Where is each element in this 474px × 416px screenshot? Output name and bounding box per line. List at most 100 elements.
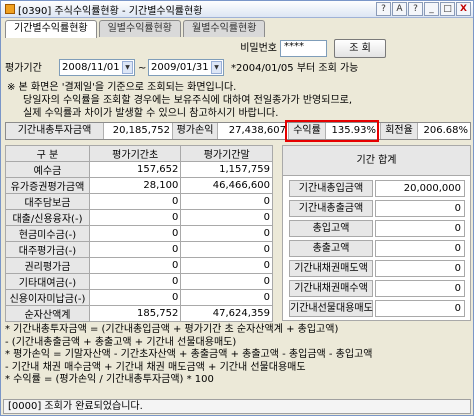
period-note: *2004/01/05 부터 조회 가능	[231, 63, 359, 74]
table-row[interactable]: 기간내총출금액 0	[289, 200, 465, 217]
formula-line: - 기간내 채권 매수금액 + 기간내 채권 매도금액 + 기간내 선물대용매도	[5, 361, 306, 373]
start-value: 157,652	[88, 161, 182, 178]
start-value: 0	[88, 273, 182, 290]
period-label: 평가기간	[5, 63, 42, 74]
turnover-value: 206.68%	[423, 125, 469, 136]
table-row[interactable]: 현금미수금(-) 0 0	[5, 225, 273, 242]
notice-line: 실제 수익률과 차이가 발생할 수 있으니 참고하시기 바랍니다.	[23, 108, 279, 119]
table-row[interactable]: 순자산액계 185,752 47,624,359	[5, 305, 273, 322]
window-title: [0390] 주식수익률현황 - 기간별수익률현황	[18, 5, 203, 17]
query-button[interactable]: 조 회	[334, 39, 386, 58]
table-row[interactable]: 권리평가금 0 0	[5, 257, 273, 274]
table-row[interactable]: 신용이자미납금(-) 0 0	[5, 289, 273, 306]
title-bar[interactable]: [0390] 주식수익률현황 - 기간별수익률현황 ? A ? _ □ X	[1, 1, 473, 18]
notice-line: 당일자의 수익률을 조회할 경우에는 보유주식에 대하여 전일종가가 반영되므로…	[23, 95, 353, 106]
formula-notes: * 기간내총투자금액 = (기간내총입금액 + 평가기간 초 순자산액계 + 총…	[5, 324, 471, 387]
row-value: 0	[375, 220, 465, 237]
end-value: 46,466,600	[180, 177, 273, 194]
profit-label: 평가손익	[172, 123, 218, 139]
summary-row: 기간내총투자금액 20,185,752 평가손익 27,438,607 수익률 …	[5, 122, 471, 140]
row-label: 권리평가금	[5, 257, 90, 274]
row-label: 기간내선물대용매도	[289, 300, 373, 317]
turnover-label: 회전율	[380, 123, 418, 139]
start-date-input[interactable]: 2008/11/01 ▼	[59, 59, 135, 76]
column-header: 평가기간초	[88, 145, 182, 162]
table-row[interactable]: 기타대여금(-) 0 0	[5, 273, 273, 290]
row-label: 순자산액계	[5, 305, 90, 322]
end-date-input[interactable]: 2009/01/31 ▼	[148, 59, 224, 76]
row-label: 기간내채권매수액	[289, 280, 373, 297]
row-label: 예수금	[5, 161, 90, 178]
row-label: 기타대여금(-)	[5, 273, 90, 290]
end-value: 47,624,359	[180, 305, 273, 322]
tab-monthly-return[interactable]: 월별수익률현황	[183, 20, 266, 37]
table-row[interactable]: 예수금 157,652 1,157,759	[5, 161, 273, 178]
table-row[interactable]: 기간내채권매도액 0	[289, 260, 465, 277]
info-icon[interactable]: ?	[408, 2, 423, 16]
end-value: 0	[180, 273, 273, 290]
minimize-icon[interactable]: _	[424, 2, 439, 16]
row-label: 기간내총입금액	[289, 180, 373, 197]
start-value: 0	[88, 241, 182, 258]
asset-table: 구 분 평가기간초 평가기간말 예수금 157,652 1,157,759 유가증권…	[5, 145, 273, 322]
column-header: 평가기간말	[180, 145, 273, 162]
table-header-row: 구 분 평가기간초 평가기간말	[5, 145, 273, 162]
row-value: 0	[375, 260, 465, 277]
profit-value: 27,438,607	[228, 125, 286, 136]
tab-bar: 기간별수익률현황 일별수익률현황 월별수익률현황	[5, 20, 267, 38]
row-label: 총출고액	[289, 240, 373, 257]
table-row[interactable]: 대출/신용융자(-) 0 0	[5, 209, 273, 226]
password-label: 비밀번호	[240, 43, 277, 54]
period-separator: ~	[138, 63, 147, 74]
row-label: 기간내총출금액	[289, 200, 373, 217]
return-highlight-box	[285, 120, 379, 142]
calendar-dropdown-icon[interactable]: ▼	[122, 61, 133, 74]
row-label: 기간내채권매도액	[289, 260, 373, 277]
end-value: 0	[180, 257, 273, 274]
table-row[interactable]: 총출고액 0	[289, 240, 465, 257]
start-value: 0	[88, 289, 182, 306]
start-value: 0	[88, 193, 182, 210]
formula-line: * 수익률 = (평가손익 / 기간내총투자금액) * 100	[5, 374, 214, 385]
table-row[interactable]: 총입고액 0	[289, 220, 465, 237]
table-row[interactable]: 기간내총입금액 20,000,000	[289, 180, 465, 197]
table-row[interactable]: 대주담보금 0 0	[5, 193, 273, 210]
row-label: 현금미수금(-)	[5, 225, 90, 242]
row-label: 대주담보금	[5, 193, 90, 210]
start-value: 0	[88, 209, 182, 226]
close-icon[interactable]: X	[456, 2, 471, 16]
row-label: 대출/신용융자(-)	[5, 209, 90, 226]
end-value: 0	[180, 241, 273, 258]
period-total-table: 기간 합계 기간내총입금액 20,000,000 기간내총출금액 0 총입고액 0 총…	[282, 145, 471, 321]
table-row[interactable]: 기간내채권매수액 0	[289, 280, 465, 297]
main-window: [0390] 주식수익률현황 - 기간별수익률현황 ? A ? _ □ X 기간…	[0, 0, 474, 416]
end-value: 0	[180, 209, 273, 226]
row-label: 신용이자미납금(-)	[5, 289, 90, 306]
end-date-value: 2009/01/31	[151, 62, 209, 73]
start-date-value: 2008/11/01	[62, 62, 120, 73]
table-row[interactable]: 유가증권평가금액 28,100 46,466,600	[5, 177, 273, 194]
end-value: 1,157,759	[180, 161, 273, 178]
end-value: 0	[180, 225, 273, 242]
invest-total-value: 20,185,752	[112, 125, 170, 136]
row-label: 유가증권평가금액	[5, 177, 90, 194]
formula-line: * 평가손익 = 기말자산액 - 기간초자산액 + 총출금액 + 총출고액 - …	[5, 349, 373, 360]
table-row[interactable]: 기간내선물대용매도 0	[289, 300, 465, 317]
tab-period-return[interactable]: 기간별수익률현황	[5, 20, 97, 38]
calendar-dropdown-icon[interactable]: ▼	[211, 61, 222, 74]
tab-daily-return[interactable]: 일별수익률현황	[98, 20, 182, 37]
row-value: 0	[375, 280, 465, 297]
end-value: 0	[180, 289, 273, 306]
row-label: 총입고액	[289, 220, 373, 237]
notice-text: ※ 본 화면은 '결제일'을 기준으로 조회되는 화면입니다. 당일자의 수익률…	[7, 81, 463, 120]
maximize-icon[interactable]: □	[440, 2, 455, 16]
help-icon[interactable]: ?	[376, 2, 391, 16]
formula-line: * 기간내총투자금액 = (기간내총입금액 + 평가기간 초 순자산액계 + 총…	[5, 324, 339, 335]
table-row[interactable]: 대주평가금(-) 0 0	[5, 241, 273, 258]
period-total-header: 기간 합계	[283, 146, 470, 176]
password-input[interactable]: ****	[280, 40, 327, 57]
font-icon[interactable]: A	[392, 2, 407, 16]
column-header: 구 분	[5, 145, 90, 162]
row-value: 0	[375, 240, 465, 257]
formula-line: - (기간내총출금액 + 총출고액 + 기간내 선물대용매도)	[5, 336, 237, 348]
